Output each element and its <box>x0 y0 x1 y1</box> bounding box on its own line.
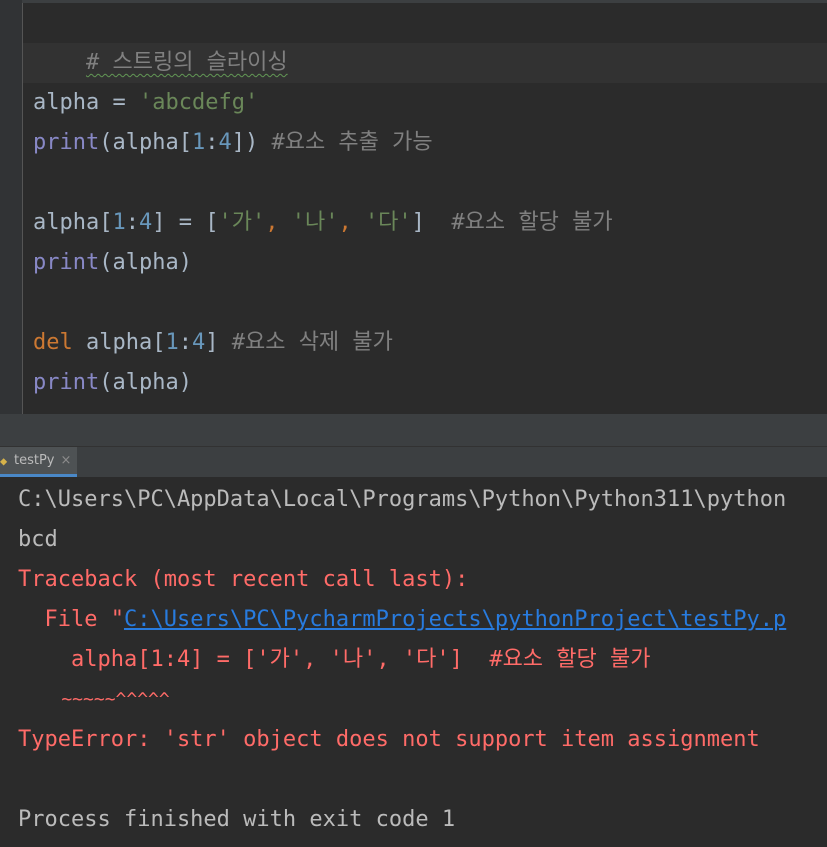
code-comma: , <box>265 210 292 235</box>
code-line-4[interactable]: print(alpha[1:4]) #요소 추출 가능 <box>33 123 433 163</box>
code-text: alpha[ <box>33 210 113 235</box>
traceback-header: Traceback (most recent call last): <box>18 567 469 592</box>
code-text: alpha[ <box>72 330 166 355</box>
traceback-file-line: File "C:\Users\PC\PycharmProjects\python… <box>18 600 786 640</box>
traceback-caret-line: ~~~~~^^^^^ <box>18 689 170 710</box>
run-tool-window-tabs: ◆ testPy × <box>0 447 827 478</box>
code-text: ]) <box>231 130 272 155</box>
code-line-10[interactable]: print(alpha) <box>33 363 192 403</box>
console-command-line: C:\Users\PC\AppData\Local\Programs\Pytho… <box>18 487 787 512</box>
code-comma: , <box>338 210 365 235</box>
code-line-6[interactable]: alpha[1:4] = ['가', '나', '다'] #요소 할당 불가 <box>33 203 613 243</box>
traceback-file-prefix: File " <box>18 607 124 632</box>
code-number: 1 <box>112 210 126 235</box>
code-number: 4 <box>138 210 153 235</box>
run-console[interactable]: C:\Users\PC\AppData\Local\Programs\Pytho… <box>0 478 827 847</box>
code-string: 'abcdefg' <box>138 90 259 115</box>
code-text: (alpha) <box>99 370 192 395</box>
code-identifier: alpha <box>33 90 100 115</box>
code-string: '나' <box>291 210 339 235</box>
code-number: 1 <box>165 330 179 355</box>
code-string: '가' <box>218 210 266 235</box>
close-icon[interactable]: × <box>61 453 72 468</box>
code-comment: #요소 할당 불가 <box>451 210 613 235</box>
code-text: ] = [ <box>152 210 219 235</box>
code-builtin: print <box>33 370 100 395</box>
code-text: ] <box>205 330 232 355</box>
traceback-code-line: alpha[1:4] = ['가', '나', '다'] #요소 할당 불가 <box>18 647 651 672</box>
code-text: (alpha) <box>99 250 192 275</box>
code-keyword: del <box>33 330 73 355</box>
code-builtin: print <box>33 130 100 155</box>
code-string: '다' <box>364 210 412 235</box>
error-message: TypeError: 'str' object does not support… <box>18 727 760 752</box>
code-line-9[interactable]: del alpha[1:4] #요소 삭제 불가 <box>33 323 393 363</box>
code-comment: #요소 삭제 불가 <box>231 330 393 355</box>
code-builtin: print <box>33 250 100 275</box>
code-text: : <box>125 210 139 235</box>
run-tab-label: testPy <box>14 453 55 468</box>
run-tab-testpy[interactable]: ◆ testPy × <box>0 447 78 477</box>
code-text: : <box>178 330 192 355</box>
code-comment: #요소 추출 가능 <box>271 130 433 155</box>
code-number: 4 <box>218 130 232 155</box>
code-number: 1 <box>191 130 206 155</box>
code-editor[interactable]: # 스트링의 슬라이싱 alpha = 'abcdefg' print(alph… <box>0 0 827 414</box>
console-output-line: bcd <box>18 527 58 552</box>
code-comment: # 스트링의 슬라이싱 <box>85 50 288 75</box>
python-file-icon: ◆ <box>0 453 8 468</box>
code-number: 4 <box>191 330 206 355</box>
code-line-3[interactable]: alpha = 'abcdefg' <box>33 83 258 123</box>
process-finished-message: Process finished with exit code 1 <box>18 807 456 832</box>
code-text: : <box>205 130 219 155</box>
editor-gutter <box>0 0 23 414</box>
code-operator: = <box>99 90 139 115</box>
code-line-7[interactable]: print(alpha) <box>33 243 192 283</box>
code-text: ] <box>411 210 452 235</box>
code-line-1[interactable]: # 스트링의 슬라이싱 <box>33 3 288 75</box>
code-text: (alpha[ <box>99 130 192 155</box>
traceback-file-link[interactable]: C:\Users\PC\PycharmProjects\pythonProjec… <box>124 607 786 632</box>
panel-divider[interactable] <box>0 414 827 447</box>
